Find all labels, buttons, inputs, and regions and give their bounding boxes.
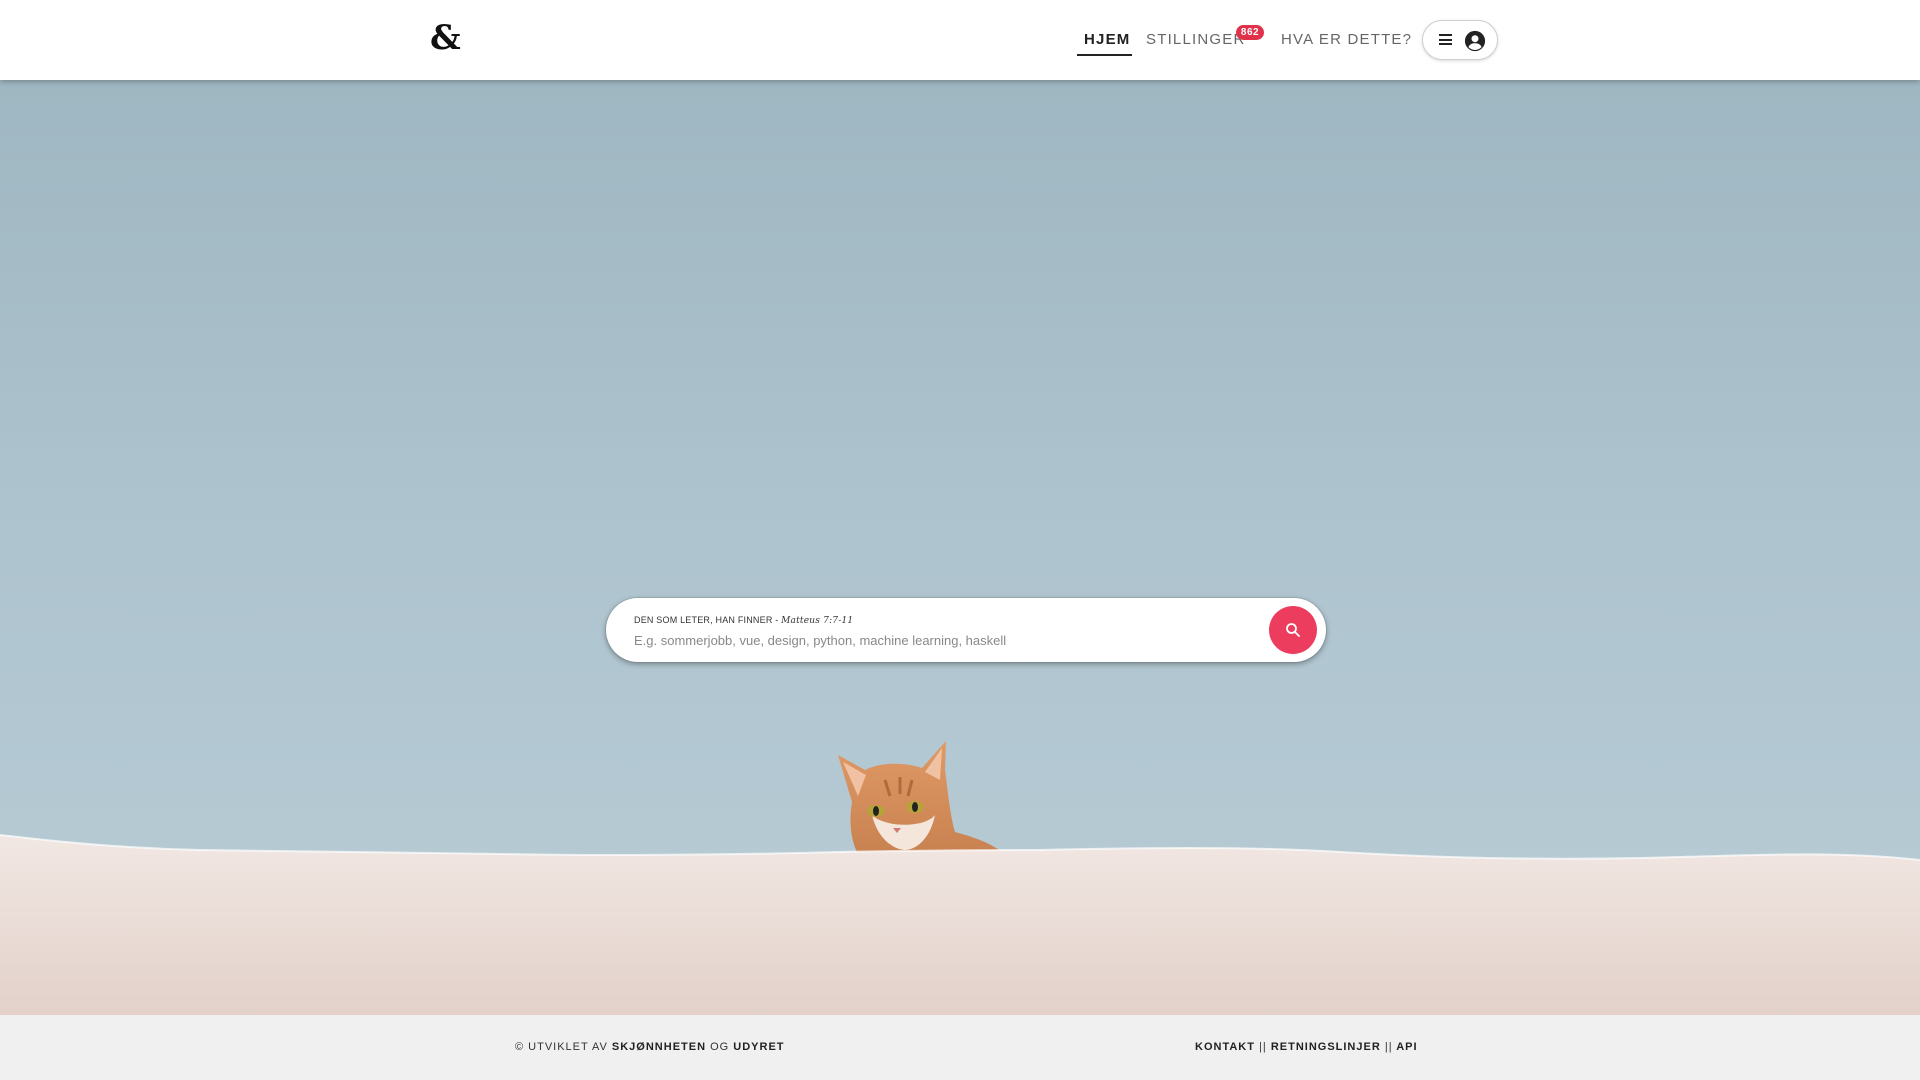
search-label-text: DEN SOM LETER, HAN FINNER - xyxy=(634,615,782,625)
top-header: & HJEM STILLINGER 862 HVA ER DETTE? xyxy=(0,0,1920,80)
hero-background: DEN SOM LETER, HAN FINNER - Matteus 7:7-… xyxy=(0,80,1920,1015)
cat xyxy=(838,741,1010,860)
footer-separator: || xyxy=(1384,1041,1393,1053)
footer-copyright: © UTVIKLET AV xyxy=(515,1041,608,1053)
footer-separator: || xyxy=(1259,1041,1267,1053)
user-menu-button[interactable] xyxy=(1422,20,1498,60)
jobs-count-badge: 862 xyxy=(1236,25,1264,40)
nav-about-link[interactable]: HVA ER DETTE? xyxy=(1281,31,1412,48)
search-bar: DEN SOM LETER, HAN FINNER - Matteus 7:7-… xyxy=(606,598,1326,662)
footer-link-contact[interactable]: KONTAKT xyxy=(1195,1041,1255,1053)
site-logo[interactable]: & xyxy=(430,18,461,58)
nav-home-link[interactable]: HJEM xyxy=(1084,31,1130,48)
active-nav-underline xyxy=(1077,54,1132,56)
nav-jobs-link[interactable]: STILLINGER xyxy=(1146,31,1246,48)
cat-on-wall-photo xyxy=(0,741,1920,1015)
search-icon xyxy=(1286,623,1300,637)
footer-link-guidelines[interactable]: RETNINGSLINJER xyxy=(1271,1041,1381,1053)
footer-conjunction: OG xyxy=(710,1041,730,1053)
search-input[interactable] xyxy=(634,630,1234,650)
search-label: DEN SOM LETER, HAN FINNER - Matteus 7:7-… xyxy=(634,615,853,626)
account-circle-icon xyxy=(1464,30,1486,52)
footer-author-link-1[interactable]: SKJØNNHETEN xyxy=(612,1041,706,1053)
site-footer: © UTVIKLET AV SKJØNNHETEN OG UDYRET KONT… xyxy=(0,1015,1920,1080)
footer-credits: © UTVIKLET AV SKJØNNHETEN OG UDYRET xyxy=(515,1041,785,1053)
footer-link-api[interactable]: API xyxy=(1396,1041,1417,1053)
search-button[interactable] xyxy=(1269,606,1317,654)
search-label-citation: Matteus 7:7-11 xyxy=(781,616,854,626)
menu-icon xyxy=(1439,34,1452,45)
footer-links: KONTAKT || RETNINGSLINJER || API xyxy=(1195,1041,1418,1053)
footer-author-link-2[interactable]: UDYRET xyxy=(733,1041,784,1053)
